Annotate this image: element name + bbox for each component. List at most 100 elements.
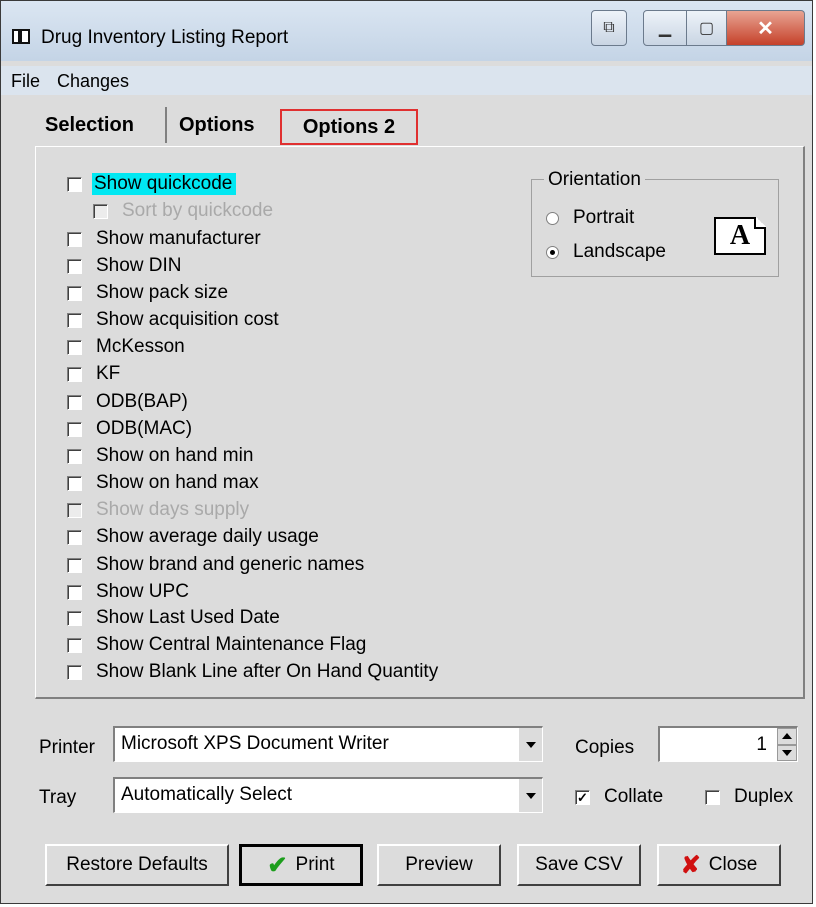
checkbox-box[interactable] (67, 394, 82, 410)
option-label: Show UPC (96, 581, 189, 602)
checkbox-box[interactable] (67, 557, 82, 573)
print-label: Print (295, 854, 335, 875)
portrait-radio[interactable]: Portrait (546, 207, 634, 229)
option-label: Show Central Maintenance Flag (96, 634, 367, 655)
printer-value: Microsoft XPS Document Writer (121, 733, 389, 754)
option-label: Show DIN (96, 255, 182, 276)
checkbox-box (93, 203, 108, 219)
preview-button[interactable]: Preview (377, 844, 501, 886)
option-checkbox: Sort by quickcode (93, 199, 273, 223)
checkbox-box (67, 502, 82, 518)
printer-dropdown-icon[interactable] (518, 728, 542, 761)
option-label: Show on hand max (96, 472, 259, 493)
option-label: Show Last Used Date (96, 607, 280, 628)
option-checkbox[interactable]: Show DIN (67, 254, 182, 278)
option-checkbox[interactable]: Show on hand max (67, 471, 259, 495)
option-checkbox[interactable]: Show UPC (67, 580, 189, 604)
option-label: Show days supply (96, 499, 250, 520)
option-checkbox[interactable]: Show Central Maintenance Flag (67, 633, 366, 657)
checkbox-box[interactable] (67, 421, 82, 437)
tab-options[interactable]: Options (171, 107, 271, 143)
option-checkbox[interactable]: Show brand and generic names (67, 553, 364, 577)
preview-label: Preview (405, 854, 473, 875)
option-checkbox[interactable]: Show acquisition cost (67, 308, 279, 332)
maximize-button[interactable]: ▢ (687, 10, 727, 46)
option-checkbox[interactable]: Show average daily usage (67, 525, 319, 549)
option-checkbox: Show days supply (67, 498, 249, 522)
checkbox-box[interactable] (67, 231, 82, 247)
tray-value: Automatically Select (121, 784, 293, 805)
printer-label: Printer (39, 737, 95, 758)
checkbox-box[interactable] (67, 366, 82, 382)
option-checkbox[interactable]: Show quickcode (67, 172, 237, 196)
option-label: Show Blank Line after On Hand Quantity (96, 661, 439, 682)
checkbox-box[interactable] (67, 664, 82, 680)
copies-value: 1 (756, 734, 767, 755)
tray-dropdown-icon[interactable] (518, 779, 542, 812)
option-label: KF (96, 363, 121, 384)
menu-changes[interactable]: Changes (57, 71, 129, 92)
save-csv-button[interactable]: Save CSV (517, 844, 641, 886)
option-label: ODB(MAC) (96, 418, 193, 439)
option-checkbox[interactable]: Show Blank Line after On Hand Quantity (67, 660, 438, 684)
copies-stepper[interactable]: 1 (658, 726, 798, 762)
restore-defaults-button[interactable]: Restore Defaults (45, 844, 229, 886)
save-csv-label: Save CSV (535, 854, 623, 875)
window-title: Drug Inventory Listing Report (41, 27, 289, 48)
checkbox-box[interactable] (67, 285, 82, 301)
option-label: Show brand and generic names (96, 554, 365, 575)
checkbox-box[interactable] (67, 637, 82, 653)
checkbox-box[interactable] (67, 339, 82, 355)
tab-options-2[interactable]: Options 2 (280, 109, 418, 145)
checkbox-box[interactable] (67, 529, 82, 545)
restore-window-icon[interactable]: ⧉ (591, 10, 627, 46)
radio-portrait-dot[interactable] (546, 211, 559, 225)
option-label: Show on hand min (96, 445, 254, 466)
checkbox-box[interactable] (67, 176, 82, 192)
option-label: ODB(BAP) (96, 391, 188, 412)
option-checkbox[interactable]: ODB(BAP) (67, 390, 188, 414)
copies-label: Copies (575, 737, 635, 758)
close-button[interactable]: ✘ Close (657, 844, 781, 886)
landscape-label: Landscape (573, 241, 666, 262)
printer-select[interactable]: Microsoft XPS Document Writer (113, 726, 543, 762)
option-checkbox[interactable]: Show Last Used Date (67, 606, 280, 630)
checkbox-box[interactable] (67, 610, 82, 626)
checkbox-box[interactable] (67, 258, 82, 274)
close-label: Close (708, 854, 758, 875)
app-icon (12, 29, 30, 44)
option-checkbox[interactable]: ODB(MAC) (67, 417, 192, 441)
option-checkbox[interactable]: Show pack size (67, 281, 228, 305)
checkbox-box[interactable] (67, 584, 82, 600)
print-button[interactable]: ✔ Print (239, 844, 363, 886)
collate-checkbox[interactable]: ✓ Collate (575, 785, 663, 809)
tab-selection[interactable]: Selection (37, 107, 167, 143)
checkbox-box[interactable] (67, 312, 82, 328)
checkbox-box[interactable] (67, 475, 82, 491)
option-checkbox[interactable]: Show on hand min (67, 444, 253, 468)
report-window: Drug Inventory Listing Report ⧉ ▁ ▢ ✕ Fi… (0, 0, 813, 904)
orientation-title: Orientation (544, 169, 645, 191)
radio-landscape-dot[interactable] (546, 245, 559, 259)
menu-file[interactable]: File (11, 71, 40, 92)
close-window-button[interactable]: ✕ (727, 10, 805, 46)
option-checkbox[interactable]: Show manufacturer (67, 227, 261, 251)
duplex-box[interactable] (705, 789, 720, 805)
spin-down-icon[interactable] (777, 744, 797, 761)
minimize-button[interactable]: ▁ (643, 10, 687, 46)
duplex-checkbox[interactable]: Duplex (705, 785, 793, 809)
title-bar[interactable]: Drug Inventory Listing Report ⧉ ▁ ▢ ✕ (1, 1, 812, 61)
spin-up-icon[interactable] (777, 728, 797, 745)
landscape-radio[interactable]: Landscape (546, 241, 666, 263)
checkbox-box[interactable] (67, 448, 82, 464)
option-checkbox[interactable]: McKesson (67, 335, 185, 359)
portrait-label: Portrait (573, 207, 635, 228)
tray-select[interactable]: Automatically Select (113, 777, 543, 813)
tab-strip: Selection Options Options 2 (1, 99, 812, 145)
collate-check-icon[interactable]: ✓ (575, 789, 590, 805)
option-checkbox[interactable]: KF (67, 362, 120, 386)
option-label: Show average daily usage (96, 526, 319, 547)
checkmark-icon: ✔ (267, 851, 288, 879)
collate-label: Collate (604, 786, 664, 807)
option-label: McKesson (96, 336, 185, 357)
